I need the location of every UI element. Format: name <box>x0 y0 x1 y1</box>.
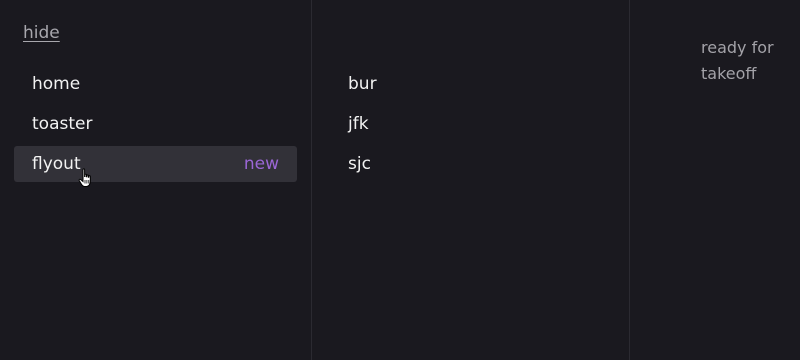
nav-item-home[interactable]: home <box>14 66 297 102</box>
nav-list: home toaster flyout new <box>14 66 297 187</box>
nav-item-toaster[interactable]: toaster <box>14 106 297 142</box>
nav-item-label: home <box>32 74 81 94</box>
airport-item-sjc[interactable]: sjc <box>348 146 377 182</box>
status-column: ready for takeoff <box>630 0 800 360</box>
nav-item-label: flyout <box>32 154 81 174</box>
airport-item-jfk[interactable]: jfk <box>348 106 377 142</box>
nav-item-label: toaster <box>32 114 93 134</box>
airport-list: bur jfk sjc <box>348 66 377 186</box>
status-text: ready for takeoff <box>701 38 774 83</box>
app-root: hide home toaster flyout new bur jfk sjc… <box>0 0 800 360</box>
airport-item-bur[interactable]: bur <box>348 66 377 102</box>
nav-column: hide home toaster flyout new <box>0 0 312 360</box>
hide-link[interactable]: hide <box>23 23 60 43</box>
hand-pointer-icon <box>78 168 91 187</box>
airport-column: bur jfk sjc <box>312 0 630 360</box>
new-badge: new <box>243 154 279 174</box>
nav-item-flyout[interactable]: flyout new <box>14 146 297 187</box>
